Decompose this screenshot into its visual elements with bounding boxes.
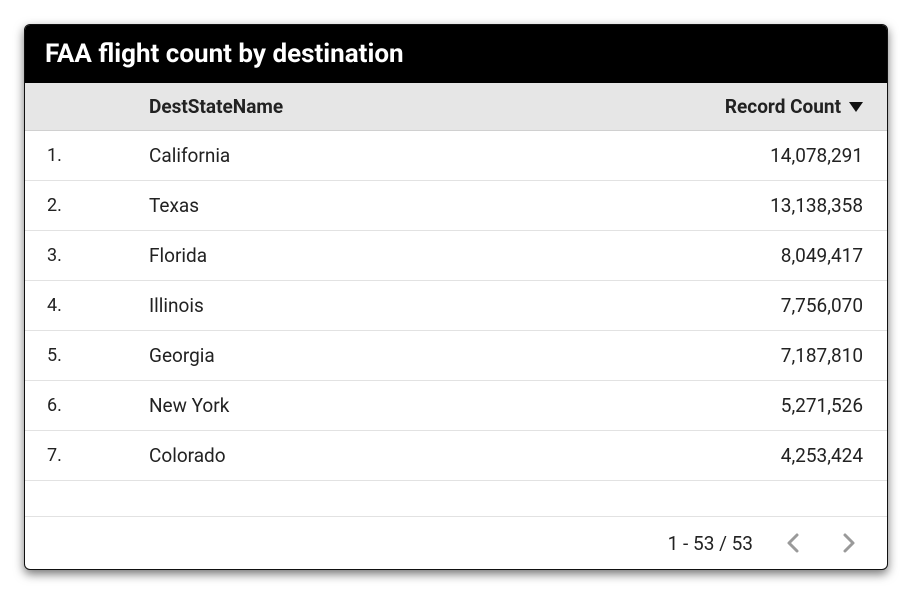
- card-title: FAA flight count by destination: [25, 25, 887, 83]
- pager-prev-button[interactable]: [781, 527, 807, 559]
- cell-index: 3.: [25, 245, 149, 266]
- cell-count: 8,049,417: [643, 244, 863, 267]
- cell-count: 7,756,070: [643, 294, 863, 317]
- pager-next-button[interactable]: [835, 527, 861, 559]
- table-row[interactable]: 3.Florida8,049,417: [25, 231, 887, 281]
- sort-desc-icon: [849, 102, 863, 112]
- table-row[interactable]: 4.Illinois7,756,070: [25, 281, 887, 331]
- chevron-right-icon: [839, 531, 857, 555]
- cell-state: Illinois: [149, 294, 643, 317]
- table-row[interactable]: 2.Texas13,138,358: [25, 181, 887, 231]
- pager: 1 - 53 / 53: [25, 516, 887, 569]
- column-header-state[interactable]: DestStateName: [149, 95, 643, 118]
- cell-index: 7.: [25, 445, 149, 466]
- column-header-count-label: Record Count: [725, 95, 841, 118]
- cell-count: 13,138,358: [643, 194, 863, 217]
- report-card: FAA flight count by destination DestStat…: [24, 24, 888, 570]
- table-row[interactable]: 7.Colorado4,253,424: [25, 431, 887, 481]
- cell-count: 14,078,291: [643, 144, 863, 167]
- cell-count: 5,271,526: [643, 394, 863, 417]
- cell-count: 7,187,810: [643, 344, 863, 367]
- cell-state: California: [149, 144, 643, 167]
- cell-state: Colorado: [149, 444, 643, 467]
- cell-index: 5.: [25, 345, 149, 366]
- table-row[interactable]: 5.Georgia7,187,810: [25, 331, 887, 381]
- cell-state: Florida: [149, 244, 643, 267]
- cell-state: Texas: [149, 194, 643, 217]
- table-body: 1.California14,078,2912.Texas13,138,3583…: [25, 131, 887, 516]
- cell-index: 6.: [25, 395, 149, 416]
- cell-index: 1.: [25, 145, 149, 166]
- table-row[interactable]: 1.California14,078,291: [25, 131, 887, 181]
- table-row[interactable]: 6.New York5,271,526: [25, 381, 887, 431]
- pager-range: 1 - 53 / 53: [668, 532, 753, 555]
- cell-state: Georgia: [149, 344, 643, 367]
- column-header-count[interactable]: Record Count: [643, 95, 863, 118]
- cell-index: 4.: [25, 295, 149, 316]
- table-header-row: DestStateName Record Count: [25, 83, 887, 131]
- cell-state: New York: [149, 394, 643, 417]
- cell-count: 4,253,424: [643, 444, 863, 467]
- cell-index: 2.: [25, 195, 149, 216]
- chevron-left-icon: [785, 531, 803, 555]
